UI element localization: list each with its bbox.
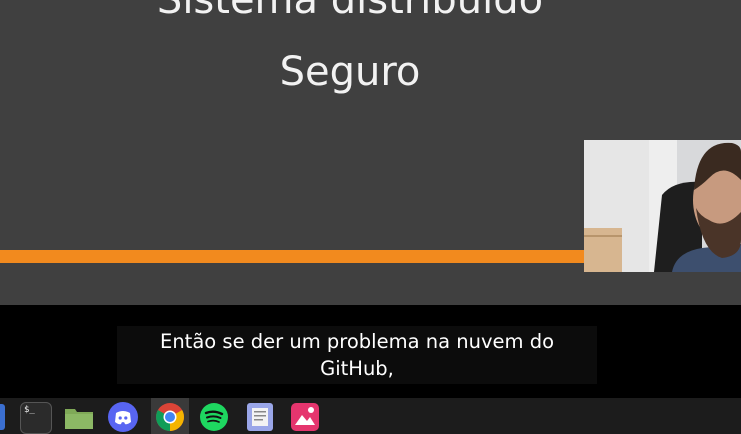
image-viewer-icon[interactable] xyxy=(290,402,320,432)
terminal-glyph: $_ xyxy=(24,405,35,415)
files-icon[interactable] xyxy=(64,402,94,432)
slide-title-line2: Seguro xyxy=(279,49,421,95)
slide-title-line1: Sistema distribuído xyxy=(156,0,544,23)
terminal-icon[interactable]: $_ xyxy=(20,402,52,434)
spotify-icon[interactable] xyxy=(199,402,229,432)
discord-icon[interactable] xyxy=(108,402,138,432)
taskbar-dock: $_ xyxy=(0,398,741,434)
text-editor-icon[interactable] xyxy=(245,402,275,432)
subtitle-line1: Então se der um problema na nuvem do xyxy=(160,330,554,353)
slide-accent-bar xyxy=(0,250,585,263)
subtitle-line2: GitHub, xyxy=(320,357,394,380)
chrome-icon[interactable] xyxy=(155,402,185,432)
dock-edge-icon[interactable] xyxy=(0,404,5,430)
subtitle-caption: Então se der um problema na nuvem do Git… xyxy=(117,326,597,384)
webcam-overlay xyxy=(584,140,741,272)
